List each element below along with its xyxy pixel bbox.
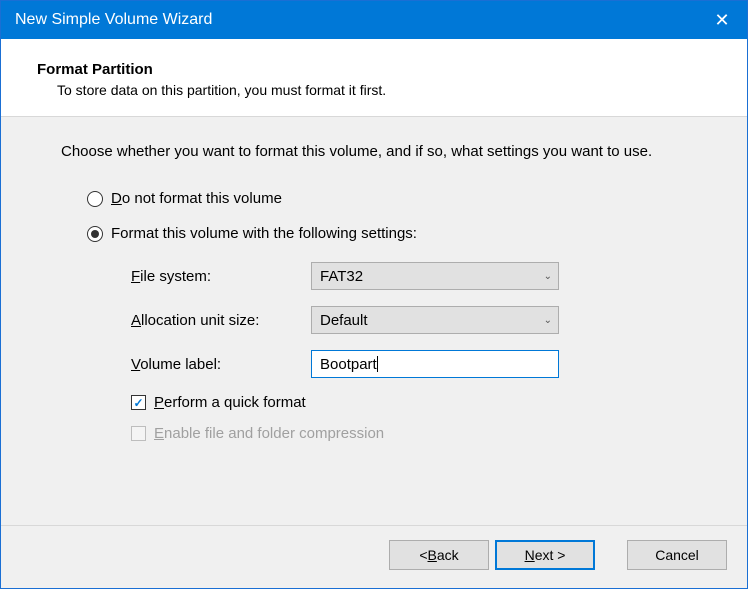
checkbox-icon bbox=[131, 395, 146, 410]
footer: < Back Next > Cancel bbox=[1, 525, 747, 588]
volume-label-value: Bootpart bbox=[320, 356, 377, 373]
volume-label-label: Volume label: bbox=[131, 356, 311, 373]
page-title: Format Partition bbox=[37, 61, 727, 78]
window-title: New Simple Volume Wizard bbox=[15, 11, 697, 29]
back-button[interactable]: < Back bbox=[389, 540, 489, 570]
volume-label-input[interactable]: Bootpart bbox=[311, 350, 559, 378]
file-system-dropdown[interactable]: FAT32 ⌄ bbox=[311, 262, 559, 290]
compression-checkbox-row: Enable file and folder compression bbox=[131, 425, 717, 442]
header-pane: Format Partition To store data on this p… bbox=[1, 39, 747, 117]
wizard-window: New Simple Volume Wizard ✕ Format Partit… bbox=[0, 0, 748, 589]
cancel-button[interactable]: Cancel bbox=[627, 540, 727, 570]
radio-format-with-settings[interactable]: Format this volume with the following se… bbox=[87, 225, 717, 242]
chevron-down-icon: ⌄ bbox=[544, 315, 552, 326]
radio-icon bbox=[87, 191, 103, 207]
quick-format-checkbox-row[interactable]: Perform a quick format bbox=[131, 394, 717, 411]
allocation-size-value: Default bbox=[320, 312, 544, 329]
radio-icon bbox=[87, 226, 103, 242]
radio-format-label: Format this volume with the following se… bbox=[111, 225, 417, 242]
instruction-text: Choose whether you want to format this v… bbox=[61, 143, 717, 160]
page-subtitle: To store data on this partition, you mus… bbox=[37, 82, 727, 98]
allocation-size-row: Allocation unit size: Default ⌄ bbox=[131, 306, 717, 334]
content-pane: Choose whether you want to format this v… bbox=[1, 117, 747, 525]
close-icon[interactable]: ✕ bbox=[697, 1, 747, 39]
chevron-down-icon: ⌄ bbox=[544, 271, 552, 282]
checkbox-icon bbox=[131, 426, 146, 441]
nav-buttons: < Back Next > bbox=[389, 540, 595, 570]
file-system-value: FAT32 bbox=[320, 268, 544, 285]
quick-format-label: Perform a quick format bbox=[154, 394, 306, 411]
radio-do-not-format[interactable]: Do not format this volume bbox=[87, 190, 717, 207]
title-bar: New Simple Volume Wizard ✕ bbox=[1, 1, 747, 39]
allocation-size-label: Allocation unit size: bbox=[131, 312, 311, 329]
radio-do-not-format-label: Do not format this volume bbox=[111, 190, 282, 207]
file-system-row: File system: FAT32 ⌄ bbox=[131, 262, 717, 290]
text-caret bbox=[377, 356, 378, 372]
file-system-label: File system: bbox=[131, 268, 311, 285]
allocation-size-dropdown[interactable]: Default ⌄ bbox=[311, 306, 559, 334]
compression-label: Enable file and folder compression bbox=[154, 425, 384, 442]
format-settings: File system: FAT32 ⌄ Allocation unit siz… bbox=[131, 262, 717, 442]
volume-label-row: Volume label: Bootpart bbox=[131, 350, 717, 378]
next-button[interactable]: Next > bbox=[495, 540, 595, 570]
